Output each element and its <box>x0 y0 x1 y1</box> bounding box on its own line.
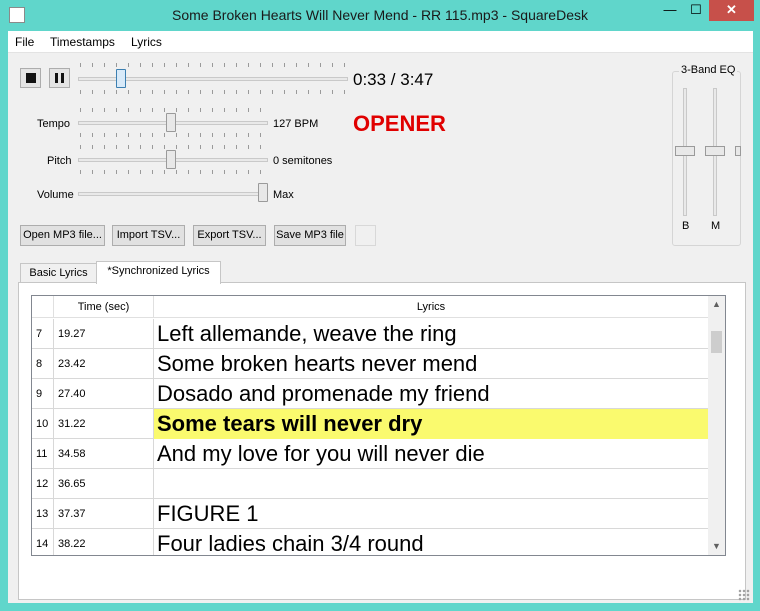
app-window: Some Broken Hearts Will Never Mend - RR … <box>0 0 760 611</box>
pause-icon-bar <box>61 73 64 83</box>
row-number-cell[interactable]: 14 <box>32 529 54 555</box>
lyric-cell[interactable]: And my love for you will never die <box>154 439 708 469</box>
eq-mid-label: M <box>711 220 721 232</box>
vertical-scrollbar[interactable]: ▲ ▼ <box>708 296 725 555</box>
time-cell[interactable]: 38.22 <box>54 529 154 555</box>
header-time[interactable]: Time (sec) <box>54 296 154 318</box>
export-tsv-button[interactable]: Export TSV... <box>193 225 266 246</box>
lyric-cell[interactable]: Some tears will never dry <box>154 409 708 439</box>
eq-bass-label: B <box>682 220 690 232</box>
window-title: Some Broken Hearts Will Never Mend - RR … <box>171 7 588 23</box>
seek-slider-handle[interactable] <box>115 69 126 88</box>
eq-bass-handle[interactable] <box>675 146 695 156</box>
row-number-cell[interactable]: 9 <box>32 379 54 409</box>
seek-ticks-bottom <box>80 90 346 94</box>
open-mp3-button[interactable]: Open MP3 file... <box>20 225 105 246</box>
save-mp3-button[interactable]: Save MP3 file <box>274 225 346 246</box>
lyric-cell[interactable] <box>154 469 708 499</box>
lyric-cell[interactable]: Left allemande, weave the ring <box>154 319 708 349</box>
time-cell[interactable]: 27.40 <box>54 379 154 409</box>
eq-mid-handle[interactable] <box>705 146 725 156</box>
maximize-button[interactable]: ☐ <box>683 0 709 21</box>
table-row[interactable]: 9 27.40 Dosado and promenade my friend <box>32 379 708 409</box>
main-area: File Timestamps Lyrics 0:33 / 3:47 Tempo… <box>8 31 753 603</box>
close-button[interactable]: ✕ <box>709 0 754 21</box>
lyric-cell[interactable]: Dosado and promenade my friend <box>154 379 708 409</box>
row-number-cell[interactable]: 13 <box>32 499 54 529</box>
time-cell[interactable]: 19.27 <box>54 319 154 349</box>
scroll-up-icon[interactable]: ▲ <box>708 296 725 313</box>
menu-file[interactable]: File <box>15 35 34 49</box>
seek-ticks-top <box>80 63 346 67</box>
table-row[interactable]: 12 36.65 <box>32 469 708 499</box>
row-number-cell[interactable]: 8 <box>32 349 54 379</box>
scroll-thumb[interactable] <box>711 331 722 353</box>
time-cell[interactable]: 31.22 <box>54 409 154 439</box>
pitch-value: 0 semitones <box>273 155 333 167</box>
header-lyrics[interactable]: Lyrics <box>154 296 708 318</box>
table-row[interactable]: 13 37.37 FIGURE 1 <box>32 499 708 529</box>
section-label: OPENER <box>353 111 446 136</box>
pause-icon <box>55 73 58 83</box>
table-row[interactable]: 10 31.22 Some tears will never dry <box>32 409 708 439</box>
row-number-cell[interactable]: 7 <box>32 319 54 349</box>
table-row[interactable]: 8 23.42 Some broken hearts never mend <box>32 349 708 379</box>
menu-lyrics[interactable]: Lyrics <box>131 35 162 49</box>
row-number-cell[interactable]: 11 <box>32 439 54 469</box>
resize-grip-icon[interactable] <box>738 589 750 601</box>
tab-basic-lyrics[interactable]: Basic Lyrics <box>20 263 97 283</box>
table-header: Time (sec) Lyrics <box>32 296 708 318</box>
time-cell[interactable]: 23.42 <box>54 349 154 379</box>
lyrics-table[interactable]: Time (sec) Lyrics 7 19.27 Left allemande, … <box>31 295 726 556</box>
pitch-ticks-bottom <box>80 170 266 174</box>
tempo-value: 127 BPM <box>273 118 319 130</box>
eq-treble-handle[interactable] <box>735 146 741 156</box>
pause-button[interactable] <box>49 68 70 88</box>
tempo-ticks-bottom <box>80 133 266 137</box>
scroll-down-icon[interactable]: ▼ <box>708 538 725 555</box>
lyric-cell[interactable]: Four ladies chain 3/4 round <box>154 529 708 555</box>
stop-icon <box>26 73 36 83</box>
volume-slider-handle[interactable] <box>258 183 268 202</box>
blank-button[interactable] <box>355 225 376 246</box>
tempo-ticks-top <box>80 108 266 112</box>
time-cell[interactable]: 34.58 <box>54 439 154 469</box>
stop-button[interactable] <box>20 68 41 88</box>
import-tsv-button[interactable]: Import TSV... <box>112 225 185 246</box>
pitch-label: Pitch <box>47 155 72 167</box>
eq-title: 3-Band EQ <box>679 64 738 76</box>
menu-timestamps[interactable]: Timestamps <box>50 35 115 49</box>
row-number-cell[interactable]: 10 <box>32 409 54 439</box>
menu-bar: File Timestamps Lyrics <box>8 31 753 53</box>
time-readout: 0:33 / 3:47 <box>353 70 434 89</box>
tempo-label: Tempo <box>37 118 71 130</box>
lyric-cell[interactable]: FIGURE 1 <box>154 499 708 529</box>
volume-value: Max <box>273 189 294 201</box>
table-row[interactable]: 11 34.58 And my love for you will never di… <box>32 439 708 469</box>
minimize-button[interactable]: — <box>657 0 683 21</box>
pitch-ticks-top <box>80 145 266 149</box>
table-row[interactable]: 14 38.22 Four ladies chain 3/4 round <box>32 529 708 555</box>
table-row[interactable]: 7 19.27 Left allemande, weave the ring <box>32 319 708 349</box>
tempo-slider-handle[interactable] <box>166 113 177 132</box>
row-number-cell[interactable]: 12 <box>32 469 54 499</box>
time-cell[interactable]: 36.65 <box>54 469 154 499</box>
time-cell[interactable]: 37.37 <box>54 499 154 529</box>
tab-synchronized-lyrics[interactable]: *Synchronized Lyrics <box>96 261 221 284</box>
volume-label: Volume <box>37 189 74 201</box>
volume-slider[interactable] <box>78 192 268 196</box>
header-row-number[interactable] <box>32 296 54 318</box>
lyric-cell[interactable]: Some broken hearts never mend <box>154 349 708 379</box>
title-bar[interactable]: Some Broken Hearts Will Never Mend - RR … <box>0 0 760 31</box>
pitch-slider-handle[interactable] <box>166 150 177 169</box>
